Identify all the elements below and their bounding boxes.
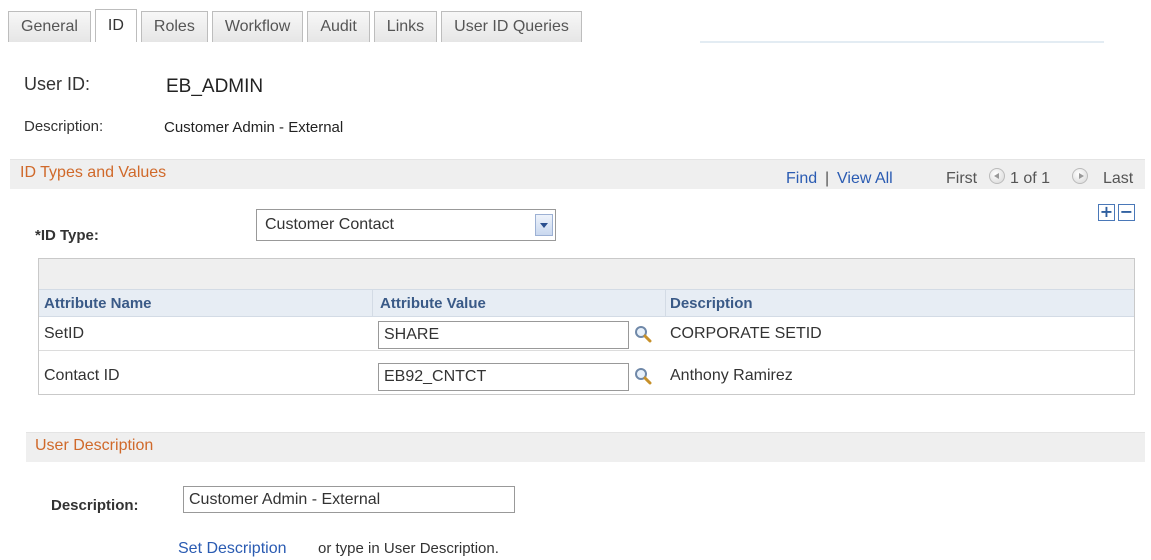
user-id-value: EB_ADMIN	[166, 76, 264, 97]
col-header-description: Description	[670, 295, 753, 312]
tab-user-id-queries[interactable]: User ID Queries	[441, 11, 582, 42]
col-separator	[665, 290, 666, 316]
next-arrow-icon[interactable]	[1072, 167, 1088, 185]
tab-links[interactable]: Links	[373, 11, 438, 42]
user-description-heading: User Description	[35, 437, 154, 454]
delete-row-icon[interactable]: −	[1118, 204, 1135, 221]
grid-header-row: Attribute Name Attribute Value Descripti…	[39, 289, 1134, 317]
view-all-link[interactable]: View All	[837, 170, 893, 188]
attribute-description-cell: Anthony Ramirez	[670, 367, 793, 384]
id-type-label: *ID Type:	[35, 227, 99, 244]
find-link[interactable]: Find	[786, 170, 817, 188]
user-description-heading-bar	[26, 432, 1145, 462]
attribute-value-input[interactable]: SHARE	[378, 321, 629, 349]
table-row: SetID SHARE CORPORATE SETID	[39, 318, 1134, 350]
tab-workflow[interactable]: Workflow	[211, 11, 304, 42]
prev-arrow-icon[interactable]	[989, 167, 1005, 185]
table-row: Contact ID EB92_CNTCT Anthony Ramirez	[39, 360, 1134, 392]
attribute-grid: Attribute Name Attribute Value Descripti…	[38, 258, 1135, 395]
last-label: Last	[1103, 170, 1134, 187]
id-types-heading: ID Types and Values	[20, 164, 167, 181]
tab-id[interactable]: ID	[94, 9, 137, 42]
user-description-input[interactable]: Customer Admin - External	[183, 486, 515, 513]
attribute-description-cell: CORPORATE SETID	[670, 325, 822, 342]
id-type-selected-value: Customer Contact	[265, 216, 394, 233]
dropdown-arrow-icon[interactable]	[535, 214, 553, 236]
tab-bar: General ID Roles Workflow Audit Links Us…	[8, 9, 586, 42]
attribute-value-input[interactable]: EB92_CNTCT	[378, 363, 629, 391]
id-type-select[interactable]: Customer Contact	[256, 209, 556, 241]
tab-roles[interactable]: Roles	[140, 11, 208, 42]
description-label: Description:	[24, 118, 104, 135]
col-header-attribute-value: Attribute Value	[380, 295, 486, 312]
attribute-name-cell: SetID	[44, 325, 85, 342]
tab-audit[interactable]: Audit	[307, 11, 370, 42]
first-label: First	[946, 170, 978, 187]
tab-divider	[700, 41, 1104, 43]
tab-general[interactable]: General	[8, 11, 91, 42]
set-description-link[interactable]: Set Description	[178, 540, 287, 558]
row-divider	[39, 350, 1134, 351]
add-row-icon[interactable]: +	[1098, 204, 1115, 221]
lookup-magnifier-icon[interactable]	[634, 367, 652, 385]
description-value: Customer Admin - External	[164, 119, 344, 136]
lookup-magnifier-icon[interactable]	[634, 325, 652, 343]
user-id-label: User ID:	[24, 74, 91, 94]
col-header-attribute-name: Attribute Name	[44, 295, 152, 312]
set-description-hint: or type in User Description.	[318, 540, 499, 557]
user-description-label: Description:	[51, 497, 139, 514]
attribute-name-cell: Contact ID	[44, 367, 120, 384]
grid-title-bar	[39, 259, 1134, 289]
col-separator	[372, 290, 373, 316]
nav-separator: |	[825, 170, 830, 187]
row-count: 1 of 1	[1010, 170, 1051, 187]
